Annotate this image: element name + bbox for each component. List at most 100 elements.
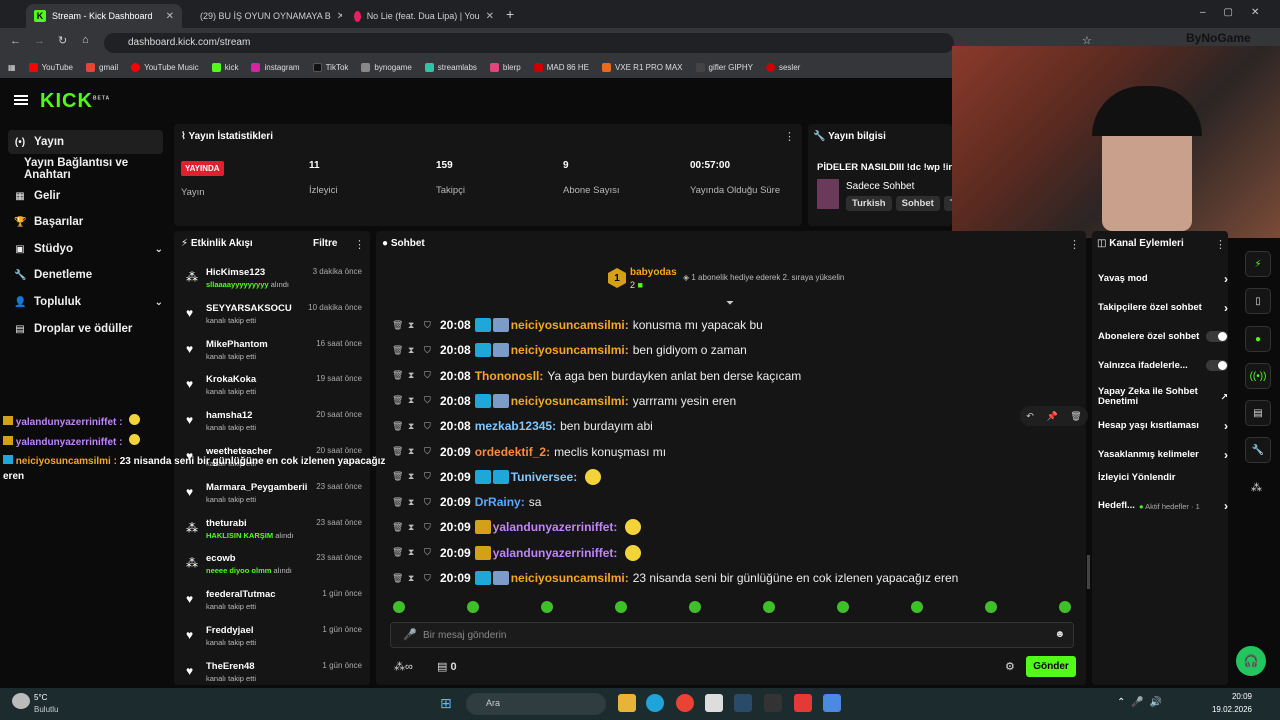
- chat-message[interactable]: 🗑 ⧗ ⛉ 20:08 neiciyosuncamsilmi: yarrramı yesi…: [392, 390, 1082, 412]
- channel-action-row[interactable]: İzleyici Yönlendir: [1098, 473, 1228, 483]
- sidebar-item-yayin[interactable]: (•) Yayın: [8, 130, 163, 154]
- message-user[interactable]: Thononosll:: [475, 369, 544, 383]
- emote-icon[interactable]: [837, 601, 849, 613]
- delete-icon[interactable]: 🗑: [392, 421, 403, 432]
- message-user[interactable]: neiciyosuncamsilmi:: [511, 343, 629, 357]
- delete-icon[interactable]: 🗑: [392, 573, 403, 584]
- quick-action-chat-icon[interactable]: ●: [1245, 326, 1271, 352]
- emote-icon[interactable]: [985, 601, 997, 613]
- emote-icon[interactable]: [689, 601, 701, 613]
- tab-youtube-video[interactable]: (29) BU İŞ OYUN OYNAMAYA B ✕: [186, 4, 342, 28]
- chat-message[interactable]: 🗑 ⧗ ⛉ 20:08 neiciyosuncamsilmi: ben gidiyom o…: [392, 339, 1082, 361]
- delete-icon[interactable]: 🗑: [1070, 411, 1081, 422]
- close-icon[interactable]: ✕: [337, 11, 342, 22]
- sidebar-item-denetleme[interactable]: 🔧 Denetleme: [8, 263, 163, 287]
- channel-action-row[interactable]: Yasaklanmış kelimeler ›: [1098, 448, 1228, 462]
- bookmark-mad86[interactable]: MAD 86 HE: [533, 62, 589, 72]
- forward-icon[interactable]: →: [34, 35, 45, 47]
- taskbar-search[interactable]: Ara: [466, 693, 606, 715]
- bookmark-bynogame[interactable]: bynogame: [361, 62, 412, 72]
- quick-action-broadcast-icon[interactable]: ((•)): [1245, 363, 1271, 389]
- support-headset-icon[interactable]: 🎧: [1236, 646, 1266, 676]
- shield-icon[interactable]: ⛉: [424, 573, 434, 584]
- delete-icon[interactable]: 🗑: [392, 497, 403, 508]
- chat-message[interactable]: 🗑 ⧗ ⛉ 20:09 Tuniversee:: [392, 466, 1082, 488]
- chat-message[interactable]: 🗑 ⧗ ⛉ 20:09 ordedektif_2: meclis konuşması mı: [392, 441, 1082, 463]
- tab-youtube-music[interactable]: No Lie (feat. Dua Lipa) | You ✕: [346, 4, 502, 28]
- activity-item[interactable]: ♥ KrokaKoka 19 saat önce kanalı takip etti: [180, 374, 366, 410]
- activity-item[interactable]: ⁂ ecowb 23 saat önce neeee diyoo olmm alınd…: [180, 553, 366, 589]
- edge-icon[interactable]: [646, 694, 664, 712]
- activity-item[interactable]: ♥ Marmara_Peygamberii 23 saat önce kanalı …: [180, 482, 366, 518]
- store-icon[interactable]: ▤ 0: [437, 660, 457, 673]
- channel-action-row[interactable]: Abonelere özel sohbet: [1098, 331, 1228, 342]
- channel-points-icon[interactable]: ⁂∞: [394, 660, 413, 673]
- channel-action-row[interactable]: Hedefl... ● Aktif hedefler · 1 ›: [1098, 499, 1228, 513]
- delete-icon[interactable]: 🗑: [392, 370, 403, 381]
- category-name[interactable]: Sadece Sohbet: [846, 181, 914, 192]
- chrome-icon[interactable]: [676, 694, 694, 712]
- bookmark-tiktok[interactable]: TikTok: [312, 62, 348, 72]
- url-input[interactable]: dashboard.kick.com/stream: [104, 33, 954, 53]
- back-icon[interactable]: ←: [10, 35, 21, 47]
- channel-action-row[interactable]: Yavaş mod ›: [1098, 272, 1228, 286]
- message-user[interactable]: yalandunyazerriniffet:: [493, 520, 618, 534]
- quick-action-wrench-icon[interactable]: 🔧: [1245, 437, 1271, 463]
- channel-action-row[interactable]: Yapay Zeka ile Sohbet Denetimi ↗: [1098, 387, 1228, 407]
- sidebar-item-droplar[interactable]: ▤ Droplar ve ödüller: [8, 317, 163, 341]
- bookmark-vxe[interactable]: VXE R1 PRO MAX: [601, 62, 683, 72]
- apps-icon[interactable]: ▦: [8, 63, 16, 72]
- delete-icon[interactable]: 🗑: [392, 522, 403, 533]
- timeout-icon[interactable]: ⧗: [408, 497, 418, 508]
- close-icon[interactable]: ✕: [486, 11, 494, 22]
- shield-icon[interactable]: ⛉: [424, 497, 434, 508]
- delete-icon[interactable]: 🗑: [392, 395, 403, 406]
- file-explorer-icon[interactable]: [618, 694, 636, 712]
- shield-icon[interactable]: ⛉: [424, 345, 434, 356]
- delete-icon[interactable]: 🗑: [392, 345, 403, 356]
- emote-icon[interactable]: [911, 601, 923, 613]
- tab-kick-dashboard[interactable]: K Stream - Kick Dashboard ✕: [26, 4, 182, 28]
- message-user[interactable]: Tuniversee:: [511, 470, 577, 484]
- timeout-icon[interactable]: ⧗: [408, 370, 418, 381]
- chat-message[interactable]: 🗑 ⧗ ⛉ 20:09 DrRainy: sa: [392, 491, 1082, 513]
- sidebar-item-studyo[interactable]: ▣ Stüdyo ⌄: [8, 237, 163, 261]
- sidebar-item-basarilar[interactable]: 🏆 Başarılar: [8, 210, 163, 234]
- reload-icon[interactable]: ↻: [58, 34, 67, 47]
- emote-icon[interactable]: [615, 601, 627, 613]
- bookmark-instagram[interactable]: instagram: [251, 62, 300, 72]
- weather-icon[interactable]: [12, 693, 30, 709]
- shield-icon[interactable]: ⛉: [424, 522, 434, 533]
- bookmark-giphy[interactable]: gifler GIPHY: [695, 62, 753, 72]
- quick-action-save-icon[interactable]: ▤: [1245, 400, 1271, 426]
- timeout-icon[interactable]: ⧗: [408, 522, 418, 533]
- chat-message[interactable]: 🗑 ⧗ ⛉ 20:08 Thononosll: Ya aga ben burdayken …: [392, 365, 1082, 387]
- activity-item[interactable]: ♥ Freddyjael 1 gün önce kanalı takip etti: [180, 625, 366, 661]
- message-user[interactable]: neiciyosuncamsilmi:: [511, 394, 629, 408]
- chat-message[interactable]: 🗑 ⧗ ⛉ 20:09 yalandunyazerriniffet:: [392, 516, 1082, 538]
- close-icon[interactable]: ✕: [166, 11, 174, 22]
- chat-scrollbar[interactable]: [1087, 555, 1090, 589]
- shield-icon[interactable]: ⛉: [424, 395, 434, 406]
- channel-action-row[interactable]: Takipçilere özel sohbet ›: [1098, 301, 1228, 315]
- activity-item[interactable]: ♥ SEYYARSAKSOCU 10 dakika önce kanalı taki…: [180, 303, 366, 339]
- chat-message[interactable]: 🗑 ⧗ ⛉ 20:08 mezkab12345: ben burdayım abi: [392, 415, 1082, 437]
- message-user[interactable]: neiciyosuncamsilmi:: [511, 571, 629, 585]
- chat-message[interactable]: 🗑 ⧗ ⛉ 20:09 yalandunyazerriniffet:: [392, 542, 1082, 564]
- channel-action-row[interactable]: Hesap yaşı kısıtlaması ›: [1098, 419, 1228, 433]
- message-user[interactable]: yalandunyazerriniffet:: [493, 546, 618, 560]
- bookmark-youtube-music[interactable]: YouTube Music: [131, 62, 199, 72]
- filter-button[interactable]: Filtre: [313, 238, 337, 249]
- send-button[interactable]: Gönder: [1026, 656, 1076, 677]
- bookmark-youtube[interactable]: YouTube: [28, 62, 73, 72]
- shield-icon[interactable]: ⛉: [424, 370, 434, 381]
- home-icon[interactable]: ⌂: [82, 34, 89, 46]
- hamburger-menu-icon[interactable]: [14, 95, 28, 105]
- emote-icon[interactable]: [763, 601, 775, 613]
- quick-action-doc-icon[interactable]: ▯: [1245, 288, 1271, 314]
- obs-icon[interactable]: [794, 694, 812, 712]
- quick-action-community-icon[interactable]: ⁂: [1251, 481, 1262, 494]
- more-options-icon[interactable]: ⋮: [1069, 238, 1080, 251]
- steam-icon[interactable]: [734, 694, 752, 712]
- quick-action-lightning-icon[interactable]: ⚡: [1245, 251, 1271, 277]
